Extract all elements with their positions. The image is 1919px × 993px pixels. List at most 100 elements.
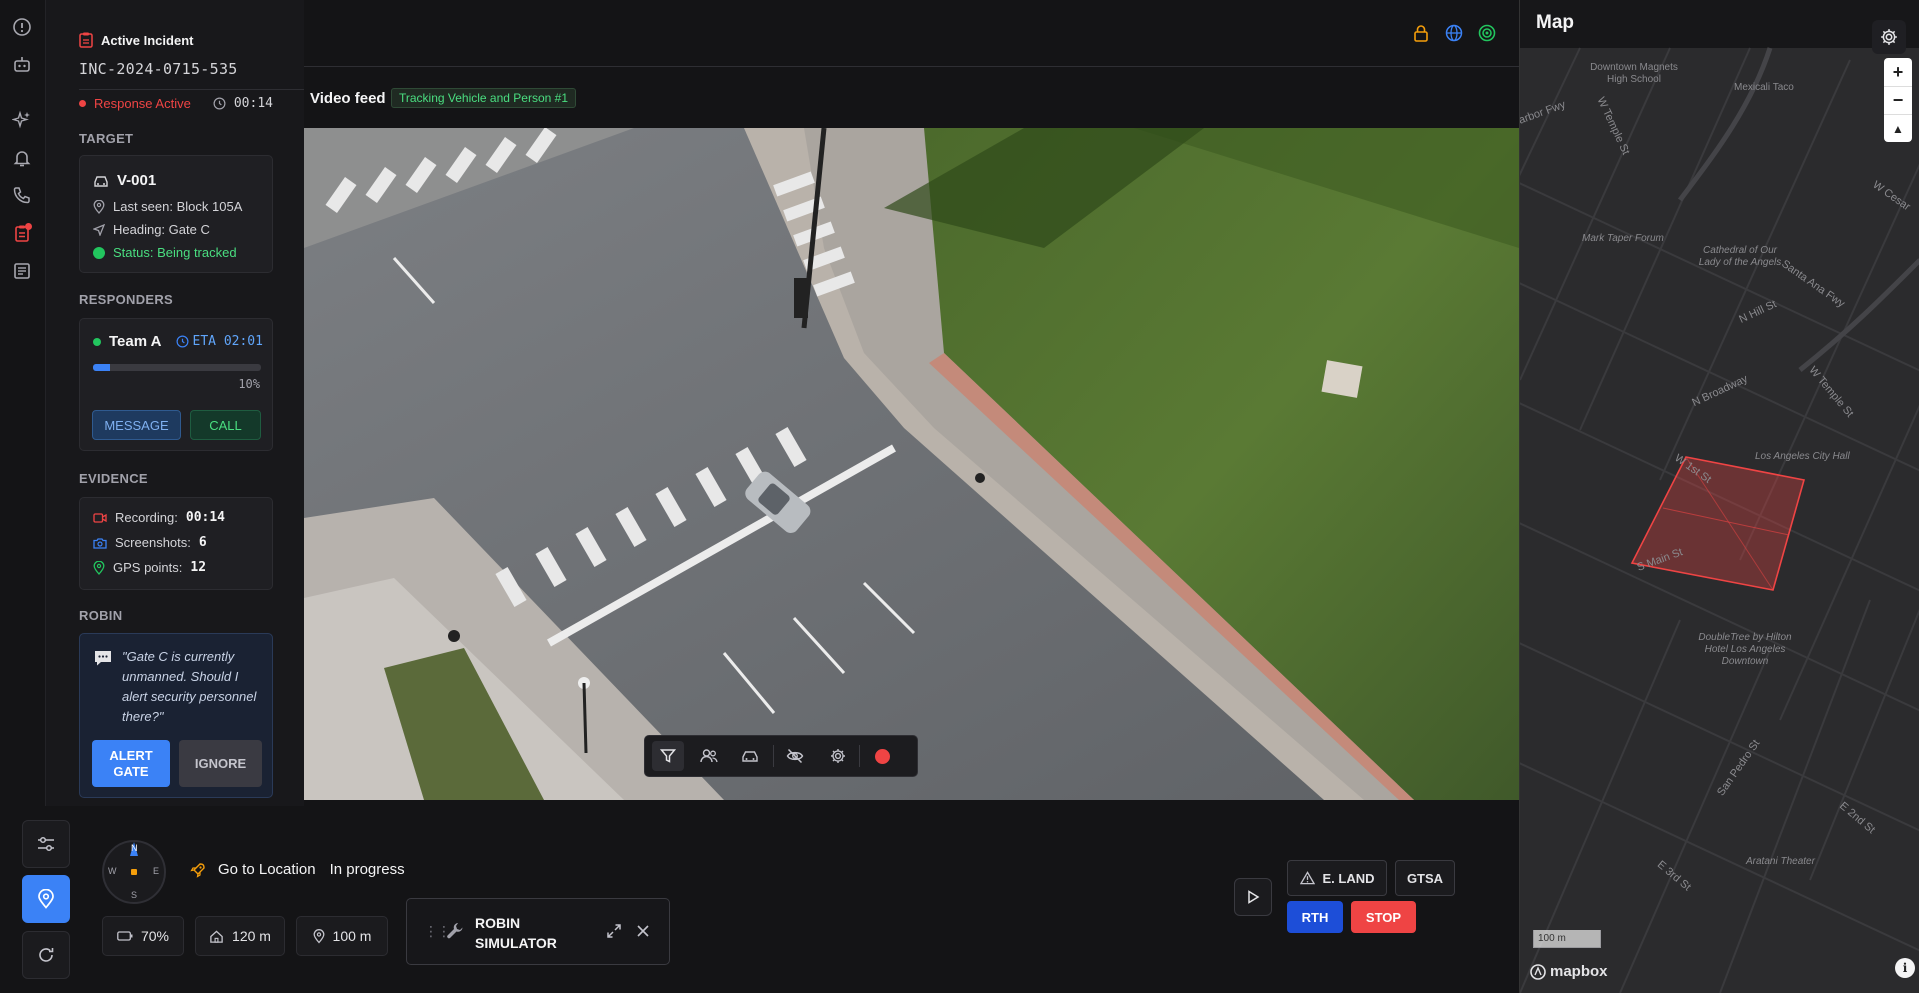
compass-reset-icon[interactable]: ▲ [1884, 114, 1912, 142]
eye-off-icon[interactable] [779, 741, 811, 771]
evidence-recording: Recording: 00:14 [93, 510, 225, 525]
divider [79, 89, 319, 90]
rth-button[interactable]: RTH [1287, 901, 1343, 933]
emergency-land-label: E. LAND [1322, 870, 1375, 886]
zoom-out-icon[interactable]: − [1884, 86, 1912, 114]
wrench-icon [445, 921, 465, 946]
mission-state: In progress [329, 861, 405, 878]
map-canvas[interactable] [1520, 0, 1919, 993]
target-card[interactable]: V-001 Last seen: Block 105A Heading: Gat… [79, 155, 273, 273]
incident-clipboard-icon[interactable] [11, 222, 33, 244]
robin-simulator-widget[interactable]: ⋮⋮ ROBIN SIMULATOR [406, 898, 670, 965]
speech-bubble-icon [93, 649, 113, 669]
toolbar-divider [859, 745, 860, 767]
battery-chip: 70% [102, 916, 184, 956]
tracking-badge: Tracking Vehicle and Person #1 [391, 88, 576, 108]
play-icon [1248, 890, 1260, 904]
clock-icon [213, 97, 226, 110]
map-label: Los Angeles City Hall [1755, 451, 1850, 462]
simulator-title-line2: SIMULATOR [475, 935, 557, 951]
lock-icon[interactable] [1413, 24, 1429, 47]
aerial-video-frame [304, 128, 1519, 800]
incident-id: INC-2024-0715-535 [79, 60, 238, 78]
stop-button[interactable]: STOP [1351, 901, 1416, 933]
robot-icon[interactable] [11, 54, 33, 76]
alert-gate-button[interactable]: ALERT GATE [92, 740, 170, 787]
incident-timer: 00:14 [233, 96, 273, 111]
sliders-icon[interactable] [22, 820, 70, 868]
video-feed-header: Video feed Tracking Vehicle and Person #… [304, 67, 1519, 128]
refresh-icon[interactable] [22, 931, 70, 979]
compass-w: W [108, 866, 117, 876]
globe-icon[interactable] [1445, 24, 1463, 47]
robin-message: "Gate C is currently unmanned. Should I … [122, 649, 257, 724]
recording-value: 00:14 [185, 510, 226, 525]
location-pin-button[interactable] [22, 875, 70, 923]
sparkles-icon[interactable] [11, 109, 33, 131]
map-pin-icon [313, 928, 324, 943]
map-label: Aratani Theater [1746, 856, 1815, 867]
play-button[interactable] [1234, 878, 1272, 916]
info-icon[interactable]: i [1895, 958, 1915, 978]
signal-target-icon[interactable] [1478, 24, 1496, 47]
emergency-land-button[interactable]: E. LAND [1287, 860, 1387, 896]
video-toolbar [644, 735, 918, 777]
notification-dot [25, 223, 32, 230]
video-feed-title: Video feed [310, 90, 386, 107]
map-title: Map [1536, 12, 1574, 33]
gtsa-button[interactable]: GTSA [1395, 860, 1455, 896]
settings-gear-icon[interactable] [822, 741, 854, 771]
clock-icon [176, 335, 189, 348]
battery-icon [117, 931, 133, 941]
ignore-button[interactable]: IGNORE [179, 740, 262, 787]
map-label: Mexicali Taco [1734, 82, 1794, 93]
altitude-chip: 120 m [195, 916, 285, 956]
altitude-value: 120 m [232, 928, 271, 944]
call-button[interactable]: CALL [190, 410, 261, 440]
filter-icon[interactable] [652, 741, 684, 771]
team-online-dot [93, 337, 101, 346]
compass-center-marker [131, 869, 137, 875]
evidence-card: Recording: 00:14 Screenshots: 6 GPS poin… [79, 497, 273, 590]
log-list-icon[interactable] [11, 260, 33, 282]
mapbox-logo-icon [1530, 963, 1546, 980]
map-label: DoubleTree by Hilton Hotel Los Angeles D… [1698, 632, 1792, 667]
bell-icon[interactable] [11, 147, 33, 169]
vehicle-icon[interactable] [734, 741, 766, 771]
camera-icon [93, 537, 107, 549]
zoom-in-icon[interactable]: + [1884, 58, 1912, 86]
map-settings-icon[interactable] [1872, 20, 1906, 54]
mapbox-logo[interactable]: mapbox [1530, 963, 1608, 980]
distance-chip: 100 m [296, 916, 388, 956]
message-button[interactable]: MESSAGE [92, 410, 181, 440]
record-button[interactable] [866, 741, 898, 771]
video-camera-icon [93, 512, 107, 523]
alert-circle-icon[interactable] [11, 16, 33, 38]
robin-section-title: ROBIN [79, 608, 123, 623]
incident-status-label: Response Active [94, 96, 191, 111]
recording-label: Recording: [115, 510, 178, 525]
alert-gate-label-line2: GATE [113, 763, 149, 779]
video-feed[interactable] [304, 128, 1519, 800]
people-icon[interactable] [693, 741, 725, 771]
close-icon[interactable] [636, 924, 650, 943]
target-status: Status: Being tracked [93, 245, 237, 260]
expand-icon[interactable] [606, 923, 622, 944]
warning-triangle-icon [1299, 871, 1315, 885]
map-scale-bar: 100 m [1533, 930, 1601, 948]
home-altitude-icon [210, 929, 223, 943]
eta-progress-label: 10% [238, 377, 260, 391]
compass: N S E W [102, 840, 166, 904]
map-panel[interactable]: Map + − ▲ Downtown Magnets High School M… [1519, 0, 1919, 993]
eta-progress-fill [93, 364, 110, 371]
simulator-title: ROBIN SIMULATOR [475, 913, 557, 953]
gps-value: 12 [190, 560, 207, 575]
heading-text: Heading: Gate C [113, 222, 210, 237]
last-seen-text: Last seen: Block 105A [113, 199, 243, 214]
incident-status: Response Active 00:14 [79, 96, 273, 111]
phone-icon[interactable] [11, 184, 33, 206]
location-pin-icon [38, 889, 54, 909]
top-bar [304, 0, 1519, 67]
incident-header-label: Active Incident [101, 32, 194, 48]
bottom-controls: N S E W Go to Location In progress 70% 1… [0, 806, 1519, 993]
